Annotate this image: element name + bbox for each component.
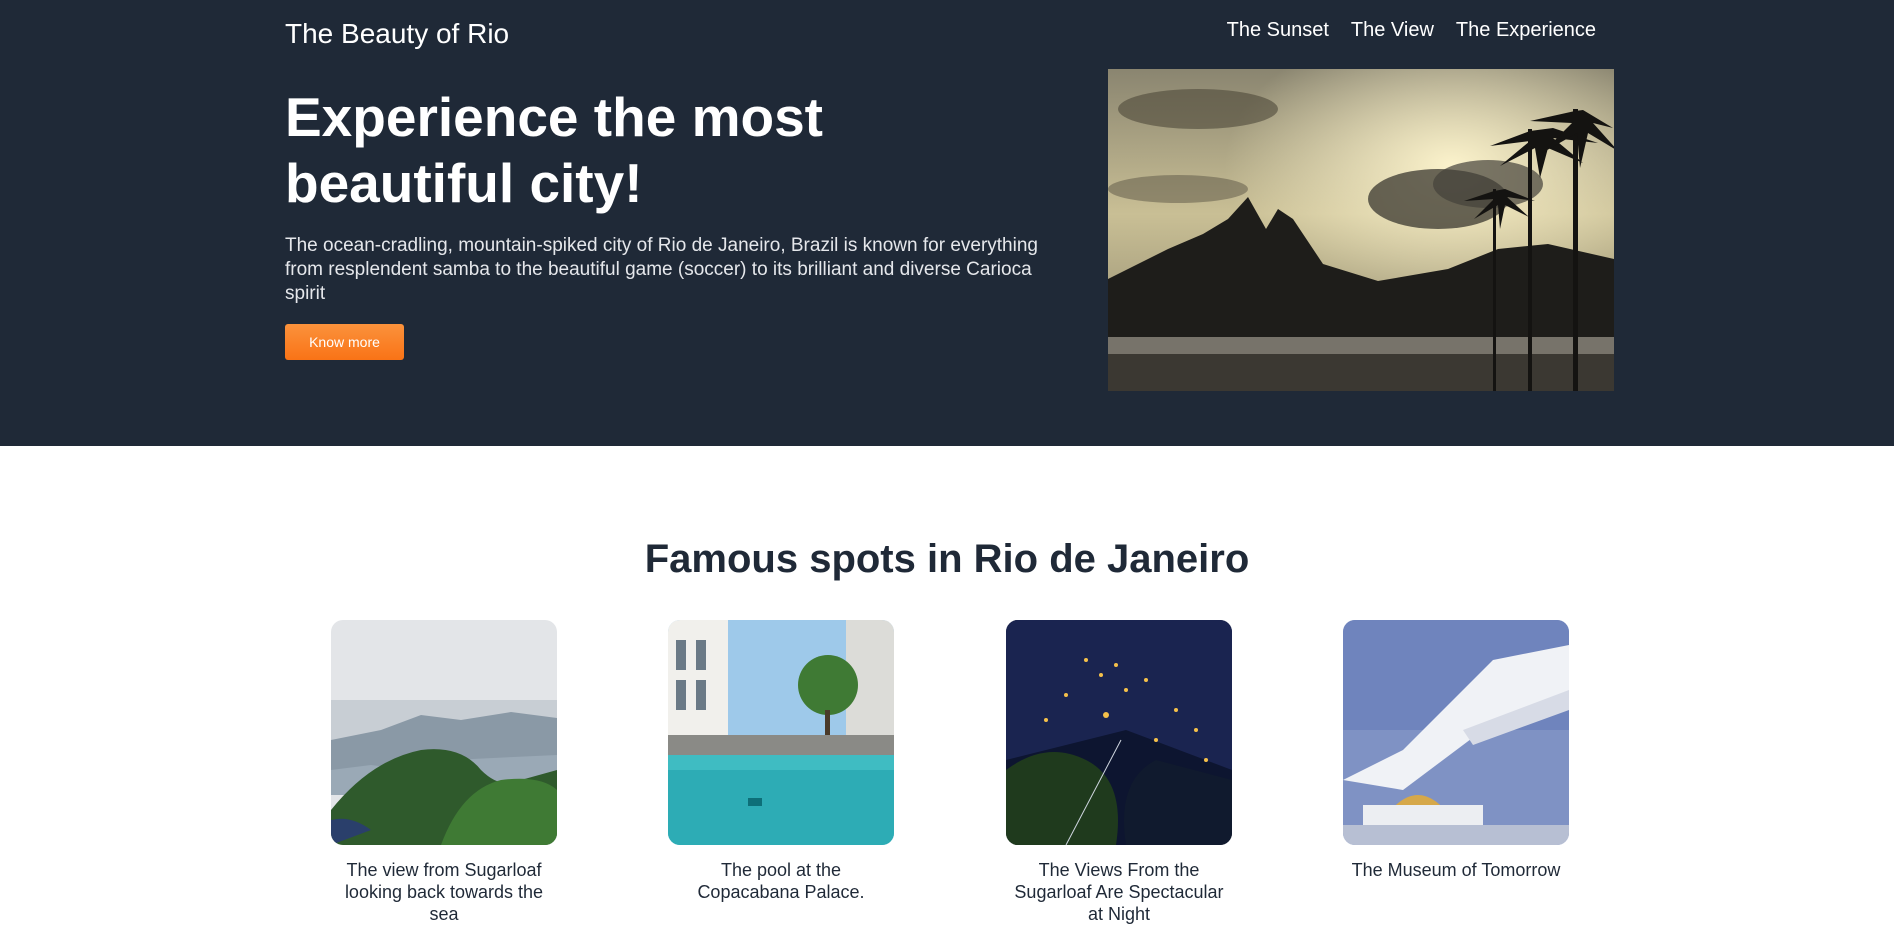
site-brand[interactable]: The Beauty of Rio xyxy=(285,16,509,52)
hero-description: The ocean-cradling, mountain-spiked city… xyxy=(285,235,1038,304)
spot-card[interactable]: The Views From the Sugarloaf Are Spectac… xyxy=(1006,620,1232,925)
spot-caption: The view from Sugarloaf looking back tow… xyxy=(344,860,544,924)
spot-image[interactable] xyxy=(668,620,894,845)
spot-caption: The Museum of Tomorrow xyxy=(1351,860,1561,880)
spot-card[interactable]: The pool at the Copacabana Palace. xyxy=(668,620,894,903)
spot-caption: The Views From the Sugarloaf Are Spectac… xyxy=(1014,860,1224,924)
nav-link-view[interactable]: The View xyxy=(1351,16,1434,44)
hero-image xyxy=(1108,69,1614,391)
spot-image[interactable] xyxy=(1006,620,1232,845)
nav-link-sunset[interactable]: The Sunset xyxy=(1227,16,1329,44)
section-title: Famous spots in Rio de Janeiro xyxy=(644,537,1250,581)
spot-image[interactable] xyxy=(1343,620,1569,845)
spot-card[interactable]: The view from Sugarloaf looking back tow… xyxy=(331,620,557,925)
spot-card[interactable]: The Museum of Tomorrow xyxy=(1343,620,1569,881)
know-more-button[interactable]: Know more xyxy=(285,324,404,360)
nav-link-experience[interactable]: The Experience xyxy=(1456,16,1596,44)
spot-caption: The pool at the Copacabana Palace. xyxy=(697,860,865,902)
hero-headline: Experience the most beautiful city! xyxy=(285,86,823,214)
spot-image[interactable] xyxy=(331,620,557,845)
main-nav: The Sunset The View The Experience xyxy=(1227,16,1596,44)
hero-section: The Beauty of Rio The Sunset The View Th… xyxy=(0,0,1894,446)
